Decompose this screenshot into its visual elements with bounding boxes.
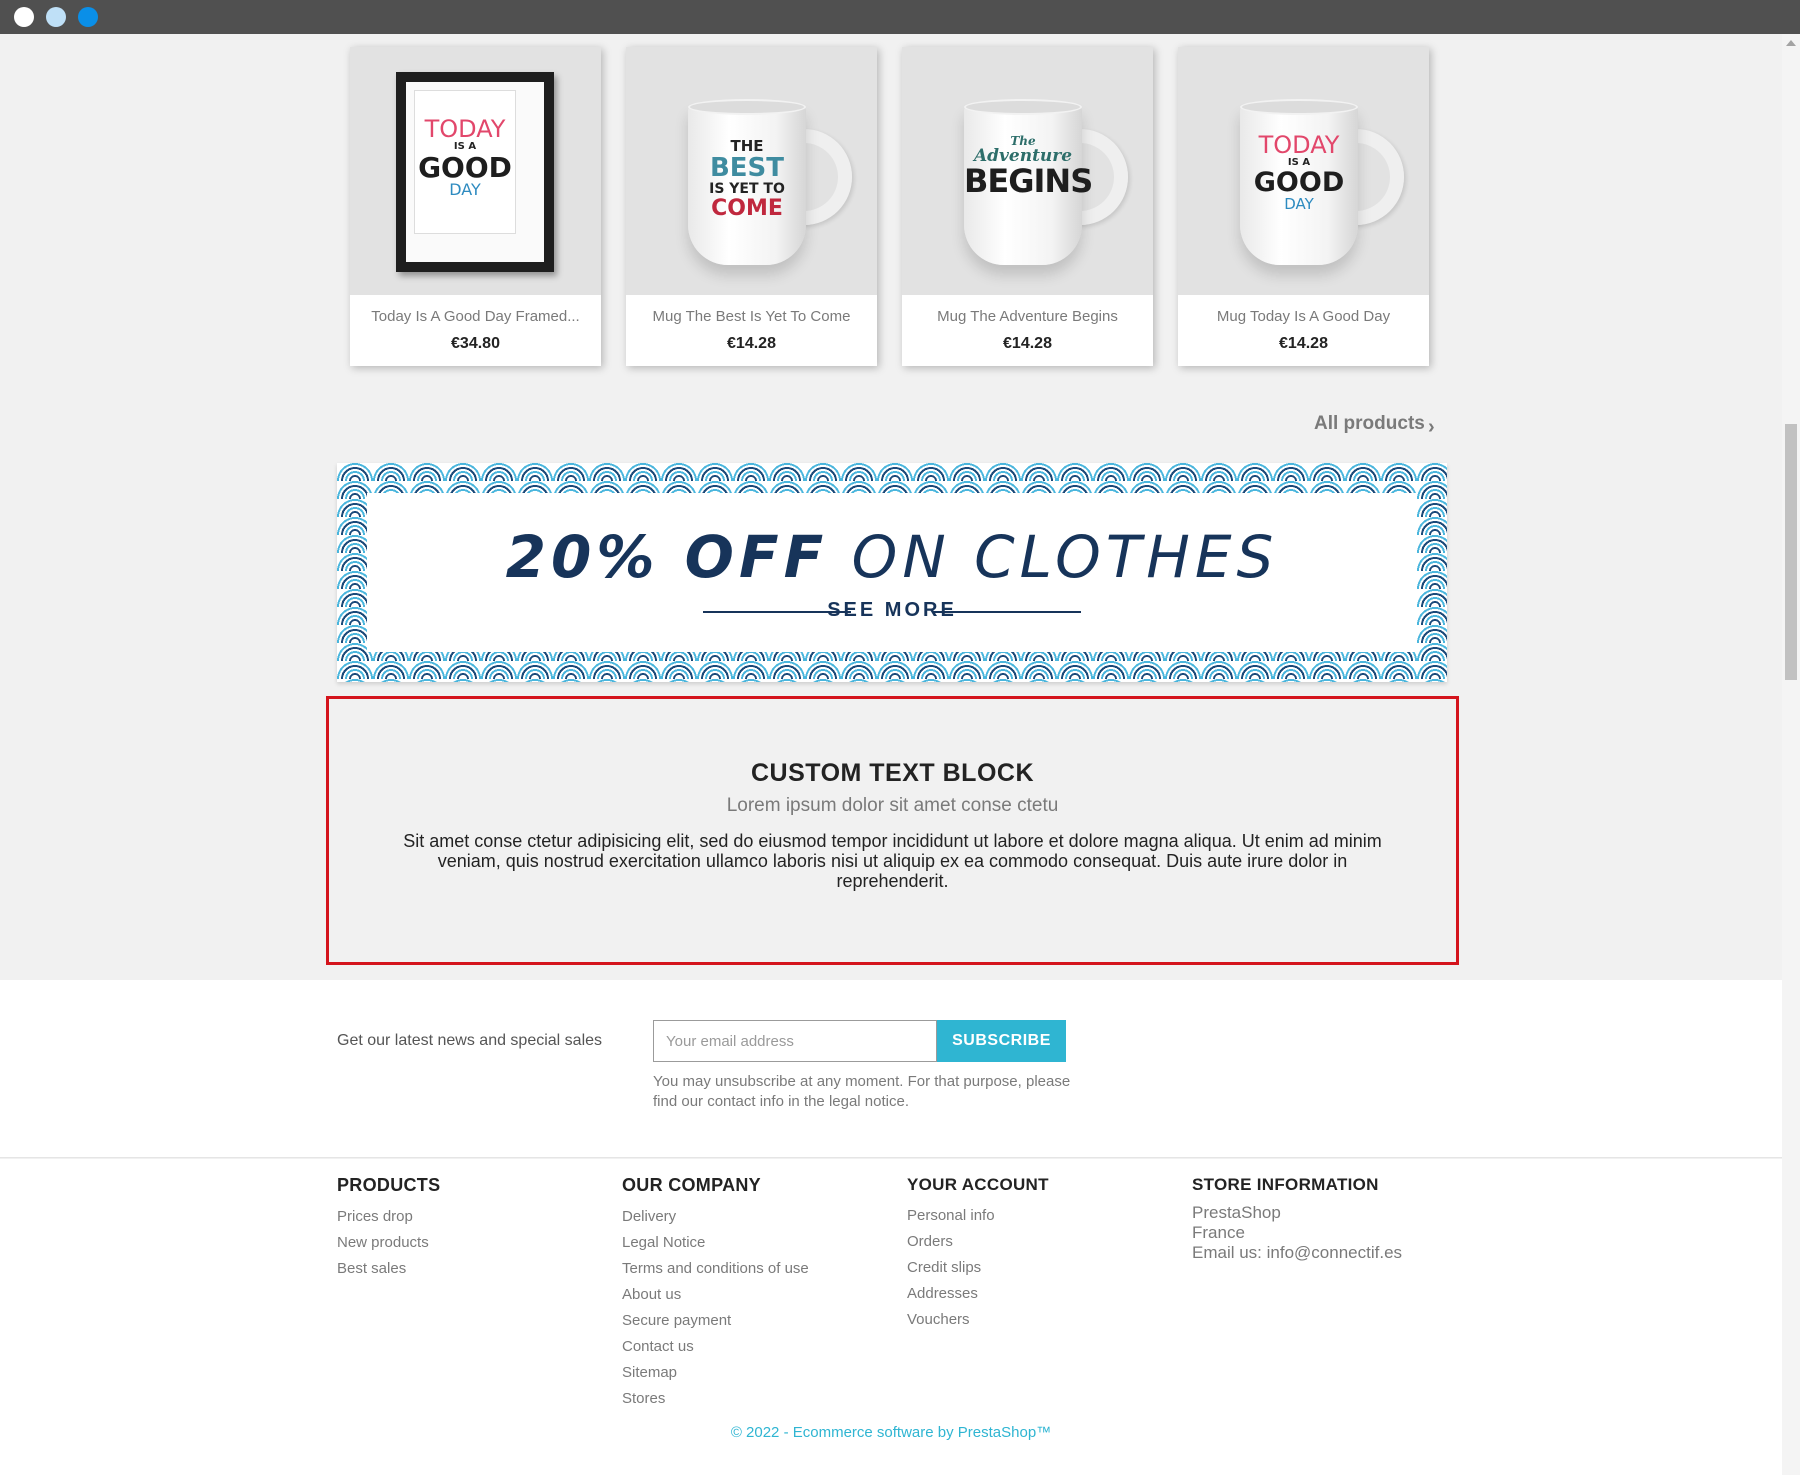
window-maximize-button[interactable] (78, 7, 98, 27)
product-image[interactable]: TODAY IS A GOOD DAY (1178, 47, 1429, 295)
footer-link[interactable]: Terms and conditions of use (622, 1256, 809, 1282)
product-name[interactable]: Mug The Best Is Yet To Come (626, 308, 877, 325)
newsletter-section: Get our latest news and special sales SU… (0, 980, 1782, 1158)
banner-headline: 20% OFF ON CLOTHES (505, 523, 1279, 591)
newsletter-label: Get our latest news and special sales (337, 1032, 603, 1049)
footer-link[interactable]: Legal Notice (622, 1230, 809, 1256)
framed-poster: TODAY IS A GOOD DAY (396, 72, 554, 272)
footer-link[interactable]: About us (622, 1282, 809, 1308)
footer-store-title: STORE INFORMATION (1192, 1175, 1379, 1194)
footer-account-column: YOUR ACCOUNT Personal info Orders Credit… (907, 1175, 1049, 1333)
store-name: PrestaShop (1192, 1203, 1281, 1222)
footer-link[interactable]: Orders (907, 1229, 1049, 1255)
product-card[interactable]: The Adventure BEGINS Mug The Adventure B… (902, 47, 1153, 366)
store-country: France (1192, 1223, 1245, 1242)
window-minimize-button[interactable] (46, 7, 66, 27)
product-image[interactable]: The Adventure BEGINS (902, 47, 1153, 295)
window-titlebar (0, 0, 1800, 34)
promo-banner[interactable]: 20% OFF ON CLOTHES SEE MORE (337, 463, 1447, 682)
product-price: €14.28 (1003, 335, 1052, 352)
footer-link[interactable]: Contact us (622, 1334, 809, 1360)
footer-account-title[interactable]: YOUR ACCOUNT (907, 1175, 1049, 1195)
scroll-up-icon[interactable] (1786, 40, 1796, 46)
product-price: €14.28 (1279, 335, 1328, 352)
subscribe-button[interactable]: SUBSCRIBE (937, 1020, 1066, 1062)
product-price: €34.80 (451, 335, 500, 352)
newsletter-email-input[interactable] (653, 1020, 937, 1062)
product-price: €14.28 (727, 335, 776, 352)
footer-link[interactable]: Credit slips (907, 1255, 1049, 1281)
all-products-link[interactable]: All products (1314, 413, 1425, 435)
footer-products-title[interactable]: PRODUCTS (337, 1175, 440, 1196)
site-footer: PRODUCTS Prices drop New products Best s… (0, 1159, 1782, 1475)
footer-link[interactable]: Personal info (907, 1203, 1049, 1229)
custom-text-title: CUSTOM TEXT BLOCK (750, 759, 1035, 787)
chevron-right-icon[interactable]: › (1428, 416, 1435, 439)
product-card[interactable]: TODAY IS A GOOD DAY Today Is A Good Day … (350, 47, 601, 366)
footer-products-column: PRODUCTS Prices drop New products Best s… (337, 1175, 440, 1282)
product-card[interactable]: THE BEST IS YET TO COME Mug The Best Is … (626, 47, 877, 366)
product-card[interactable]: TODAY IS A GOOD DAY Mug Today Is A Good … (1178, 47, 1429, 366)
banner-rule-right (933, 611, 1081, 613)
footer-link[interactable]: Best sales (337, 1256, 440, 1282)
page-scrollbar[interactable] (1782, 34, 1800, 1475)
footer-company-column: OUR COMPANY Delivery Legal Notice Terms … (622, 1175, 809, 1412)
custom-text-block: CUSTOM TEXT BLOCK Lorem ipsum dolor sit … (326, 696, 1459, 965)
store-email[interactable]: Email us: info@connectif.es (1192, 1243, 1402, 1263)
custom-text-body: Sit amet conse ctetur adipisicing elit, … (403, 831, 1382, 891)
product-name[interactable]: Today Is A Good Day Framed... (350, 308, 601, 325)
footer-link[interactable]: New products (337, 1230, 440, 1256)
footer-link[interactable]: Sitemap (622, 1360, 809, 1386)
divider (0, 1157, 1782, 1158)
product-image[interactable]: THE BEST IS YET TO COME (626, 47, 877, 295)
footer-company-title[interactable]: OUR COMPANY (622, 1175, 809, 1196)
footer-link[interactable]: Secure payment (622, 1308, 809, 1334)
copyright-link[interactable]: © 2022 - Ecommerce software by PrestaSho… (0, 1424, 1782, 1441)
scroll-thumb[interactable] (1785, 424, 1797, 680)
custom-text-subtitle: Lorem ipsum dolor sit amet conse ctetu (726, 795, 1059, 816)
footer-link[interactable]: Addresses (907, 1281, 1049, 1307)
banner-see-more[interactable]: SEE MORE (367, 599, 1417, 622)
footer-link[interactable]: Prices drop (337, 1204, 440, 1230)
newsletter-note: You may unsubscribe at any moment. For t… (653, 1073, 1071, 1110)
footer-link[interactable]: Delivery (622, 1204, 809, 1230)
product-image[interactable]: TODAY IS A GOOD DAY (350, 47, 601, 295)
footer-link[interactable]: Vouchers (907, 1307, 1049, 1333)
footer-link[interactable]: Stores (622, 1386, 809, 1412)
product-name[interactable]: Mug The Adventure Begins (902, 308, 1153, 325)
footer-store-column: STORE INFORMATION PrestaShop France Emai… (1192, 1175, 1402, 1263)
product-name[interactable]: Mug Today Is A Good Day (1178, 308, 1429, 325)
window-close-button[interactable] (14, 7, 34, 27)
